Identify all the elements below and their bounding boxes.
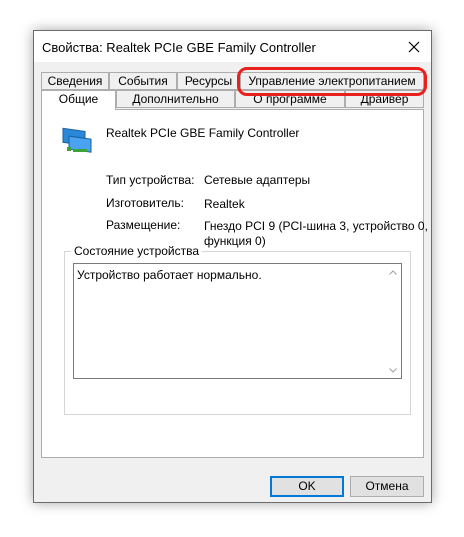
tab-panel-general: Realtek PCIe GBE Family Controller Тип у…	[41, 109, 428, 458]
tab-events[interactable]: События	[109, 72, 177, 90]
status-scrollbar[interactable]	[385, 264, 401, 378]
tab-label: О программе	[253, 92, 327, 106]
tab-label: Ресурсы	[184, 74, 233, 88]
tab-label: Сведения	[47, 74, 103, 88]
tab-about[interactable]: О программе	[235, 90, 345, 108]
location-value-line2: функция 0)	[204, 234, 266, 248]
ok-button[interactable]: OK	[270, 476, 344, 497]
location-value-line1: Гнездо PCI 9 (PCI-шина 3, устройство 0,	[204, 219, 428, 233]
properties-dialog: Свойства: Realtek PCIe GBE Family Contro…	[33, 30, 432, 503]
network-adapter-icon	[62, 127, 92, 153]
device-type-value: Сетевые адаптеры	[204, 173, 311, 187]
device-type-label: Тип устройства:	[106, 173, 195, 187]
chevron-up-icon	[389, 269, 397, 275]
close-icon	[408, 41, 420, 52]
tab-advanced[interactable]: Дополнительно	[116, 90, 235, 108]
tab-label: Общие	[58, 92, 99, 106]
tab-resources[interactable]: Ресурсы	[177, 72, 240, 90]
device-status-legend: Состояние устройства	[71, 244, 203, 258]
cancel-button[interactable]: Отмена	[350, 476, 424, 497]
tab-power-management[interactable]: Управление электропитанием	[240, 72, 424, 90]
title-bar[interactable]: Свойства: Realtek PCIe GBE Family Contro…	[34, 31, 431, 62]
tab-label: Дополнительно	[132, 92, 219, 106]
tab-details[interactable]: Сведения	[41, 72, 109, 90]
device-status-text: Устройство работает нормально.	[77, 268, 262, 282]
device-name: Realtek PCIe GBE Family Controller	[106, 126, 300, 140]
device-status-group: Состояние устройства Устройство работает…	[64, 244, 411, 415]
tab-label: Управление электропитанием	[248, 74, 416, 88]
tab-driver[interactable]: Драйвер	[345, 90, 424, 108]
window-title: Свойства: Realtek PCIe GBE Family Contro…	[42, 40, 316, 55]
device-status-textbox[interactable]: Устройство работает нормально.	[73, 263, 402, 379]
close-button[interactable]	[397, 31, 431, 62]
tab-label: События	[118, 74, 168, 88]
tab-label: Драйвер	[360, 92, 409, 106]
scroll-down-button[interactable]	[385, 362, 401, 378]
manufacturer-label: Изготовитель:	[106, 196, 184, 210]
chevron-down-icon	[389, 367, 397, 373]
tab-general[interactable]: Общие	[41, 90, 116, 110]
location-label: Размещение:	[106, 218, 181, 232]
scroll-up-button[interactable]	[385, 264, 401, 280]
manufacturer-value: Realtek	[204, 197, 245, 211]
